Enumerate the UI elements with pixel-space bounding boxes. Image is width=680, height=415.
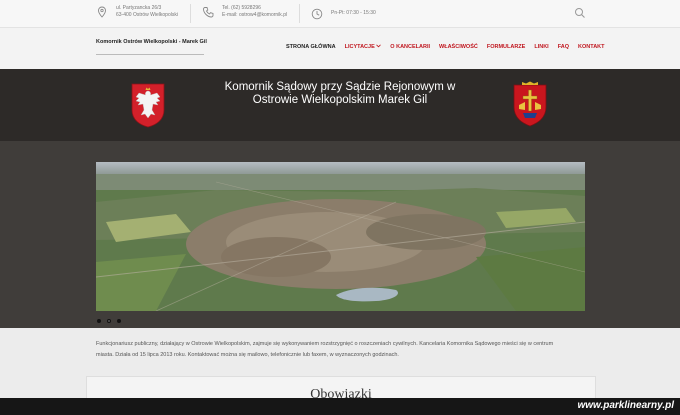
divider: [190, 4, 191, 23]
main-menu: Strona główna Licytacje O kancelarii Wła…: [286, 44, 614, 50]
slide-image-aerial-city[interactable]: [96, 162, 585, 311]
phone-icon: [203, 7, 214, 18]
slider-dot-1[interactable]: [97, 319, 101, 323]
phone-number[interactable]: Tel. (62) 5928296: [222, 5, 287, 12]
intro-line-2: miasta. Działa od 15 lipca 2013 roku. Ko…: [96, 352, 399, 358]
address-block: ul. Partyzancka 26/3 63-400 Ostrów Wielk…: [96, 5, 178, 19]
nav-item-formularze[interactable]: Formularze: [487, 44, 526, 50]
main-navbar: Komornik Ostrów Wielkopolski - Marek Gil…: [0, 28, 680, 69]
aerial-city-photo: [96, 162, 585, 311]
nav-item-o-kancelarii[interactable]: O kancelarii: [390, 44, 430, 50]
nav-item-faq[interactable]: FAQ: [558, 44, 569, 50]
address-line-1: ul. Partyzancka 26/3: [116, 5, 162, 11]
hero-title: Komornik Sądowy przy Sądzie Rejonowym w …: [200, 81, 480, 107]
nav-item-label: Licytacje: [344, 44, 375, 50]
brand-underline: [96, 54, 204, 55]
hero-title-line-1: Komornik Sądowy przy Sądzie Rejonowym w: [224, 81, 456, 93]
slider-pagination: [97, 319, 127, 323]
email-address[interactable]: E-mail: ostrow4@komornik.pl: [222, 12, 287, 19]
watermark-bar: www.parklinearny.pl: [0, 398, 680, 415]
address-line-2: 63-400 Ostrów Wielkopolski: [116, 12, 178, 18]
nav-item-kontakt[interactable]: Kontakt: [578, 44, 604, 50]
nav-item-wlasciwosc[interactable]: Właściwość: [439, 44, 478, 50]
map-pin-icon: [98, 6, 106, 18]
ostrow-coat-of-arms-icon: [513, 81, 547, 127]
slider-dot-3[interactable]: [117, 319, 121, 323]
intro-paragraph: Funkcjonariusz publiczny, działający w O…: [96, 339, 584, 361]
divider: [299, 4, 300, 23]
contact-block: Tel. (62) 5928296 E-mail: ostrow4@komorn…: [202, 5, 287, 19]
office-hours: Pn-Pt: 07:30 - 15:30: [331, 10, 376, 16]
top-info-bar: ul. Partyzancka 26/3 63-400 Ostrów Wielk…: [0, 0, 680, 28]
watermark-text: www.parklinearny.pl: [577, 400, 674, 411]
site-brand[interactable]: Komornik Ostrów Wielkopolski - Marek Gil: [96, 39, 207, 45]
clock-icon: [311, 8, 323, 20]
nav-item-strona-glowna[interactable]: Strona główna: [286, 44, 336, 50]
hero-banner: Komornik Sądowy przy Sądzie Rejonowym w …: [0, 69, 680, 141]
intro-line-1: Funkcjonariusz publiczny, działający w O…: [96, 341, 554, 347]
slider-dot-2[interactable]: [107, 319, 111, 323]
nav-item-linki[interactable]: Linki: [534, 44, 548, 50]
hours-block: Pn-Pt: 07:30 - 15:30: [311, 7, 376, 20]
chevron-down-icon: [376, 44, 382, 48]
search-icon[interactable]: [574, 7, 586, 19]
nav-item-licytacje[interactable]: Licytacje: [345, 44, 382, 50]
polish-eagle-emblem-icon: [131, 83, 165, 128]
hero-title-line-2: Ostrowie Wielkopolskim Marek Gil: [252, 94, 428, 106]
